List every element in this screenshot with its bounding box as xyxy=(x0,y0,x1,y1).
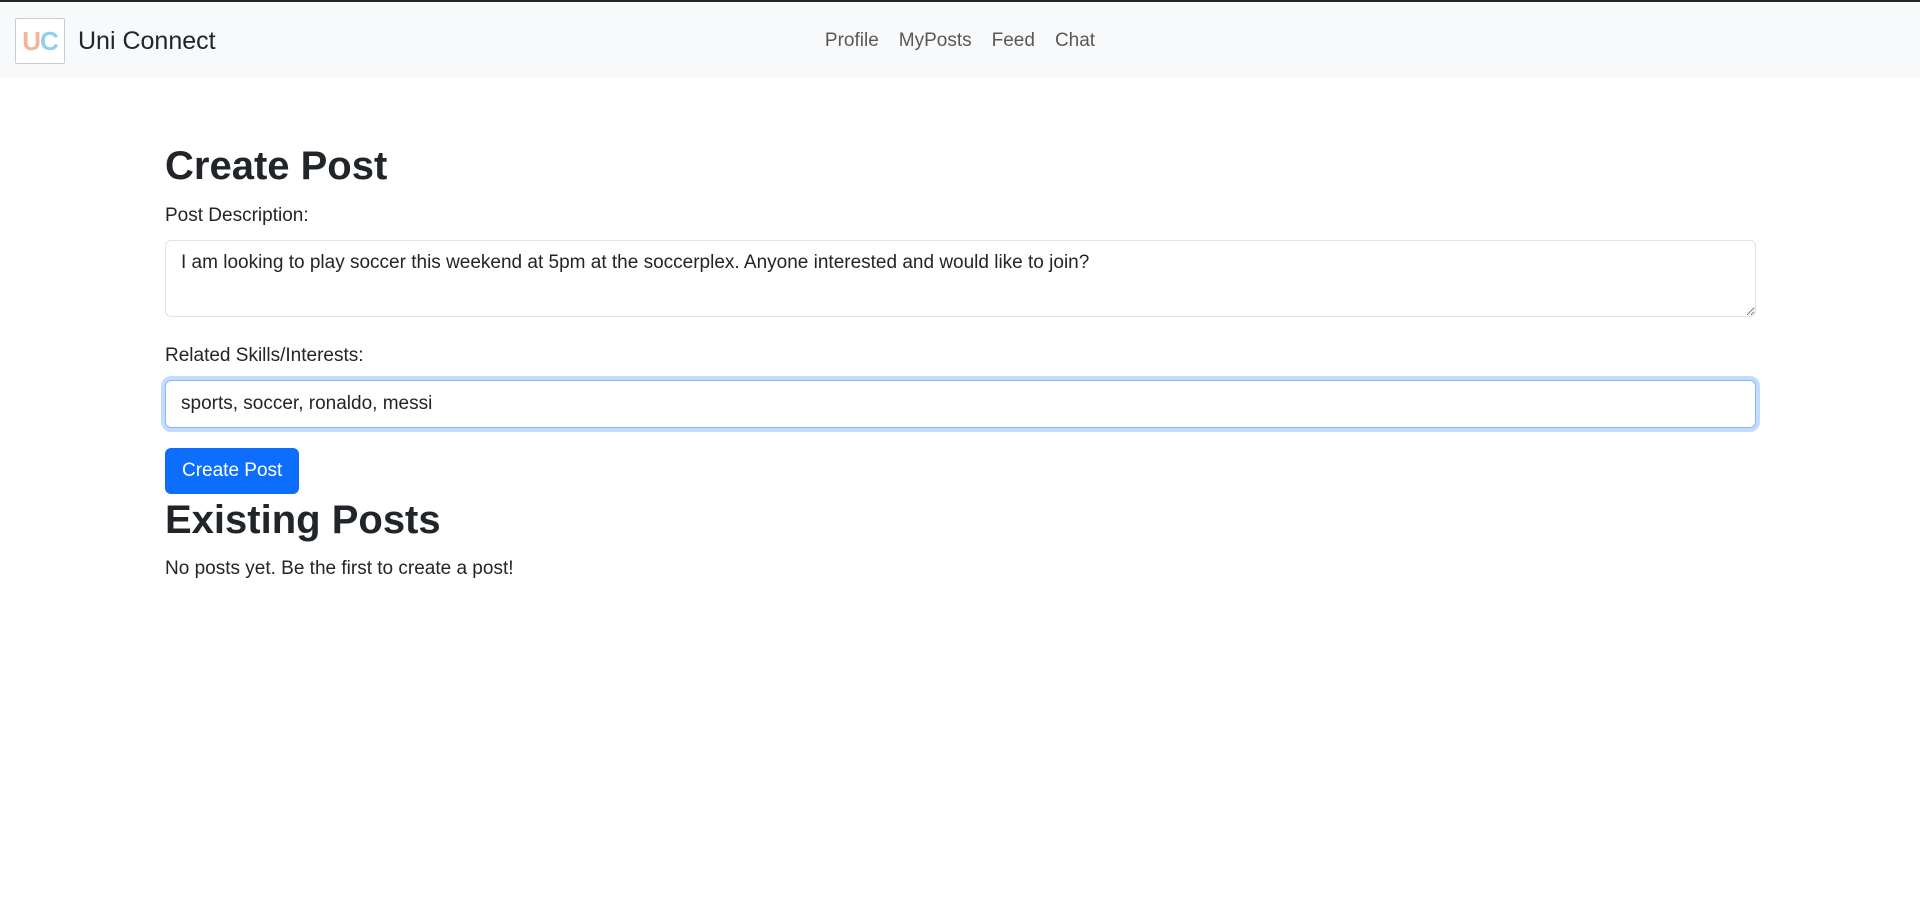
create-post-button[interactable]: Create Post xyxy=(165,448,300,494)
post-description-label: Post Description: xyxy=(165,205,309,226)
related-skills-label: Related Skills/Interests: xyxy=(165,345,364,366)
nav-links: Profile MyPosts Feed Chat xyxy=(0,28,1920,54)
navbar: UC Uni Connect Profile MyPosts Feed Chat xyxy=(0,2,1920,78)
nav-link-profile[interactable]: Profile xyxy=(815,28,889,54)
main-content: Create Post Post Description: I am looki… xyxy=(165,140,1756,580)
nav-link-feed[interactable]: Feed xyxy=(982,28,1045,54)
related-skills-input[interactable] xyxy=(165,380,1756,428)
nav-link-myposts[interactable]: MyPosts xyxy=(889,28,982,54)
create-post-title: Create Post xyxy=(165,144,388,188)
nav-link-chat[interactable]: Chat xyxy=(1045,28,1105,54)
existing-posts-title: Existing Posts xyxy=(165,498,441,542)
post-description-textarea[interactable]: I am looking to play soccer this weekend… xyxy=(165,240,1756,317)
no-posts-message: No posts yet. Be the first to create a p… xyxy=(165,558,514,579)
